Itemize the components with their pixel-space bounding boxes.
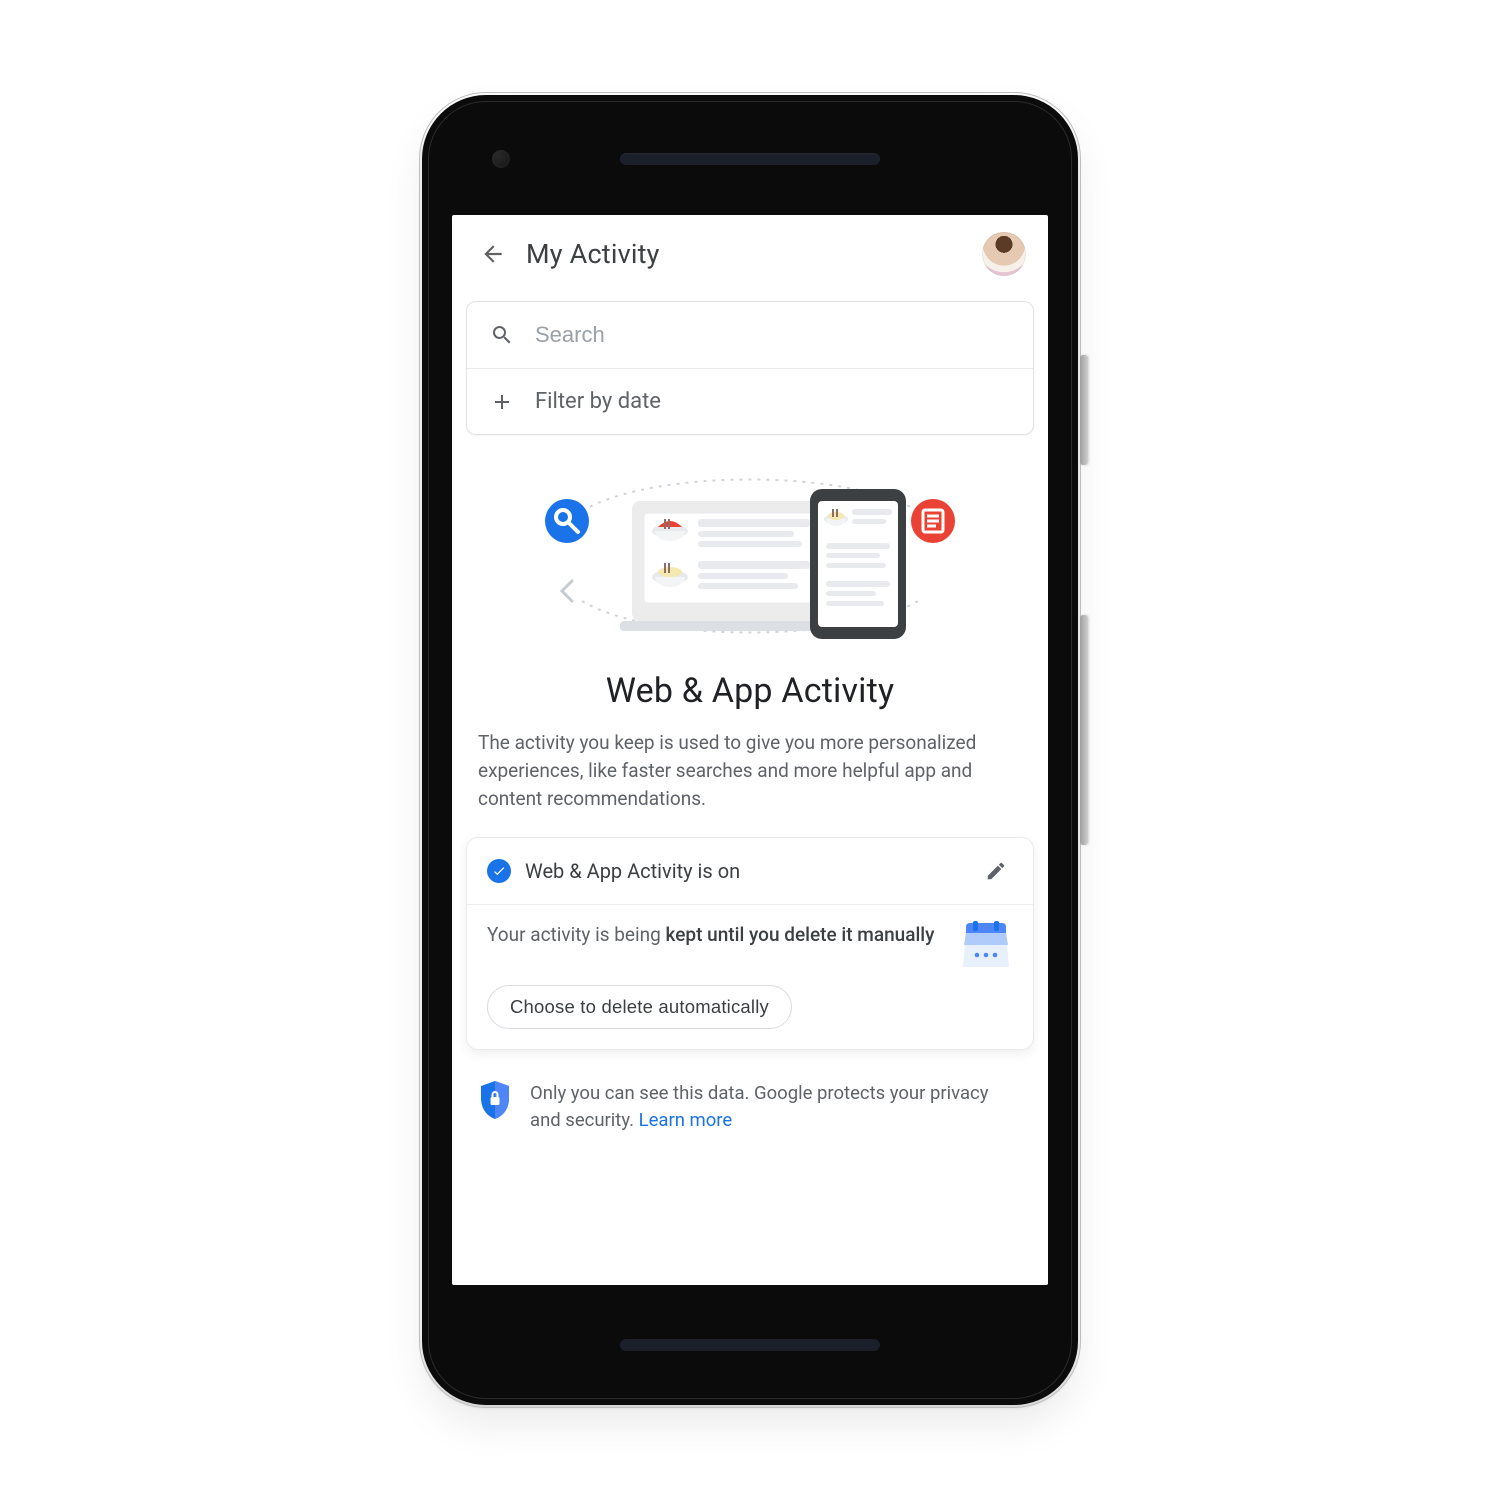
screen: My Activity Filter [452, 215, 1048, 1285]
privacy-text: Only you can see this data. Google prote… [530, 1080, 1022, 1134]
privacy-text-main: Only you can see this data. Google prote… [530, 1082, 988, 1131]
account-avatar[interactable] [982, 232, 1026, 276]
divider [467, 904, 1033, 905]
devices-illustration-icon [452, 461, 1048, 651]
retention-bold: kept until you delete it manually [666, 923, 935, 946]
app-content: My Activity Filter [452, 215, 1048, 1285]
edit-button[interactable] [979, 854, 1013, 888]
volume-rocker [1080, 615, 1088, 845]
filter-label: Filter by date [535, 389, 661, 414]
bottom-speaker [620, 1339, 880, 1351]
auto-delete-button[interactable]: Choose to delete automatically [487, 985, 792, 1029]
shield-lock-icon [478, 1080, 512, 1120]
search-input[interactable] [535, 322, 1013, 348]
search-filter-card: Filter by date [466, 301, 1034, 435]
page-title: My Activity [526, 238, 660, 270]
retention-text: Your activity is being kept until you de… [487, 921, 943, 948]
phone-frame: My Activity Filter [422, 95, 1078, 1405]
earpiece [620, 153, 880, 165]
back-button[interactable] [474, 235, 512, 273]
status-text: Web & App Activity is on [525, 859, 965, 883]
search-icon [487, 323, 517, 347]
section-description: The activity you keep is used to give yo… [478, 729, 1022, 813]
retention-prefix: Your activity is being [487, 923, 666, 946]
auto-delete-label: Choose to delete automatically [510, 996, 769, 1018]
activity-status-card: Web & App Activity is on Your activity i… [466, 837, 1034, 1050]
power-button [1080, 355, 1088, 465]
status-row: Web & App Activity is on [487, 854, 1013, 888]
hero-illustration [452, 461, 1048, 651]
learn-more-link[interactable]: Learn more [639, 1109, 733, 1131]
calendar-icon [959, 921, 1013, 971]
app-header: My Activity [452, 215, 1048, 293]
section-title: Web & App Activity [452, 671, 1048, 711]
plus-icon [487, 390, 517, 414]
filter-row[interactable]: Filter by date [467, 368, 1033, 434]
arrow-left-icon [480, 241, 506, 267]
front-camera [492, 150, 510, 168]
pencil-icon [985, 860, 1007, 882]
privacy-footer: Only you can see this data. Google prote… [478, 1080, 1022, 1158]
check-circle-icon [487, 859, 511, 883]
stage: My Activity Filter [0, 0, 1500, 1500]
retention-row: Your activity is being kept until you de… [487, 921, 1013, 971]
search-row[interactable] [467, 302, 1033, 368]
